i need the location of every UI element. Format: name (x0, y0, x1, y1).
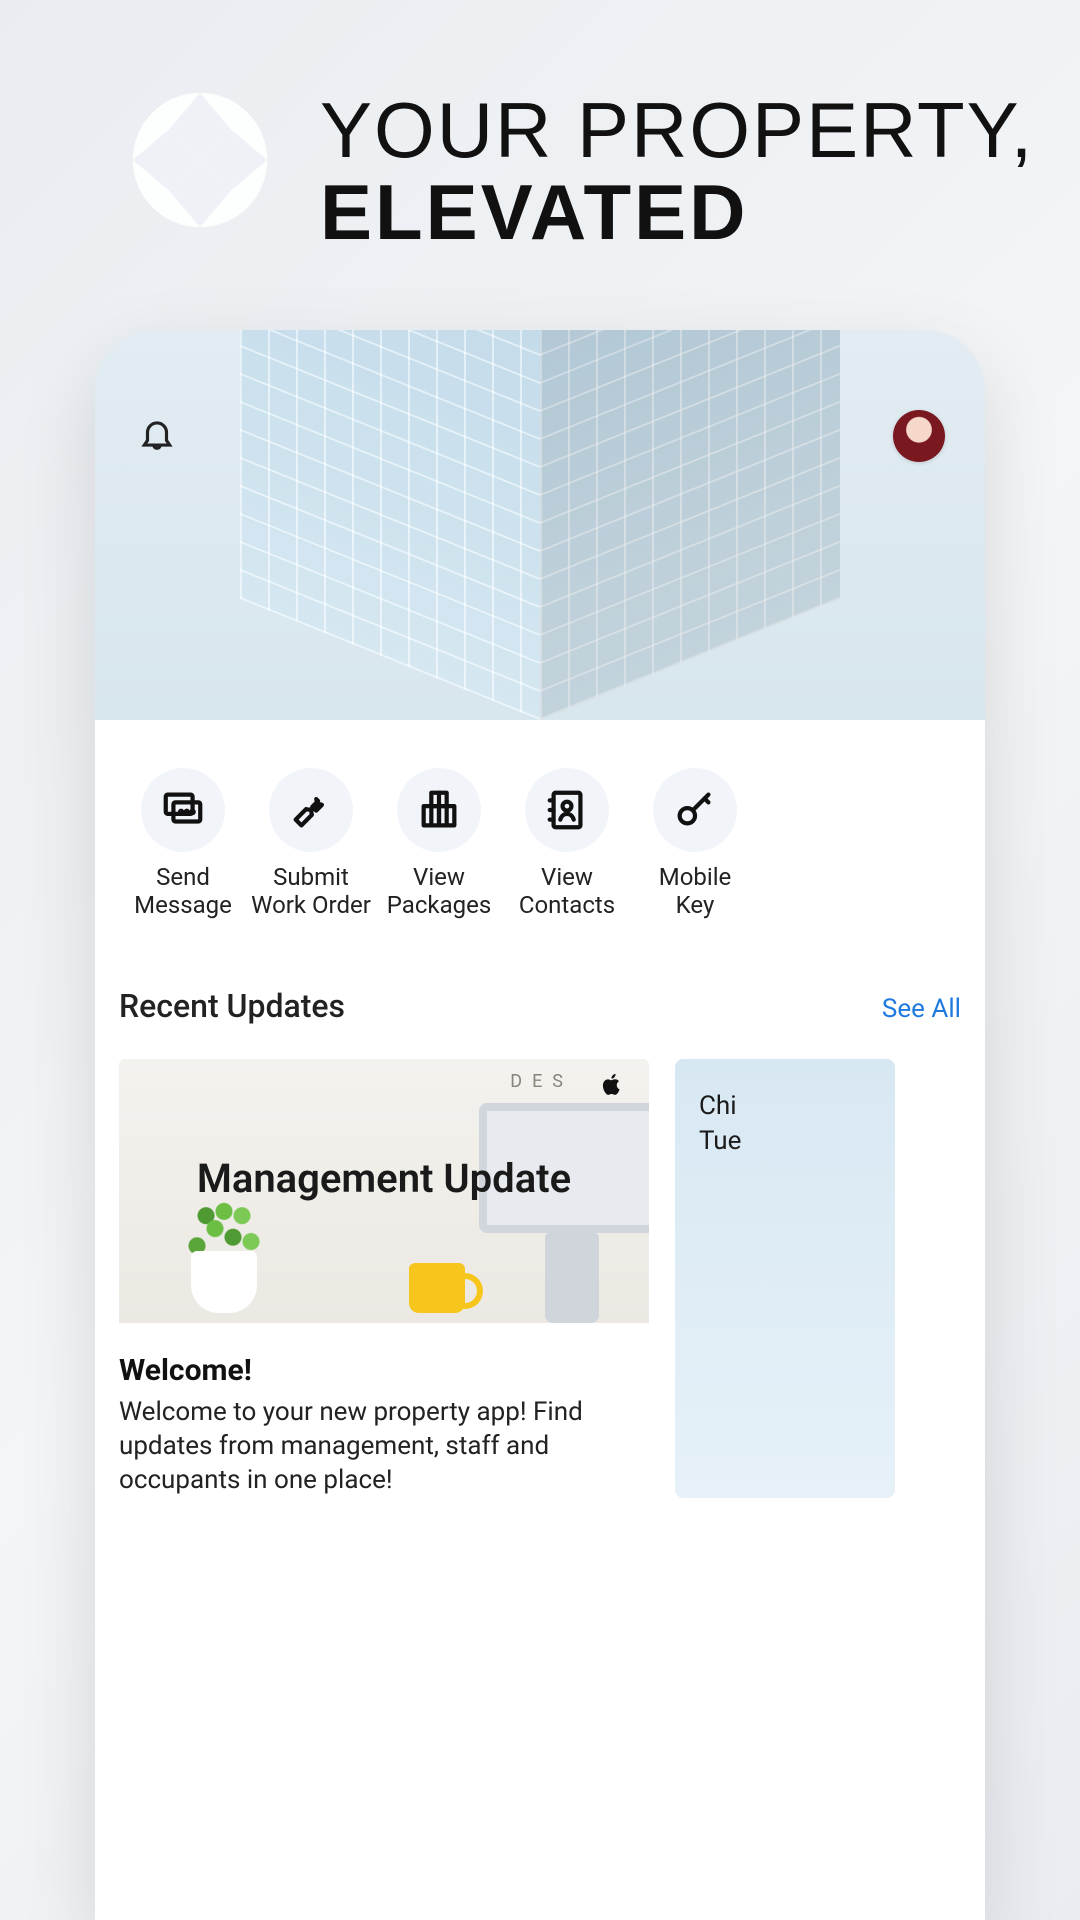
avatar[interactable] (893, 410, 945, 462)
contacts-icon (525, 768, 609, 852)
packages-icon (397, 768, 481, 852)
monitor-illustration (469, 1103, 649, 1323)
updates-cards-row: DES Management Update Welcome! Welcome t… (95, 1045, 985, 1497)
chat-icon (141, 768, 225, 852)
update-card-title: Welcome! (119, 1353, 649, 1388)
tagline-line-1: YOUR PROPERTY, (320, 90, 1034, 172)
quick-action-label: Send Message (134, 864, 232, 919)
update-card-peek[interactable]: Chi Tue (675, 1059, 895, 1497)
tagline: YOUR PROPERTY, ELEVATED (320, 90, 1034, 254)
section-title: Recent Updates (119, 987, 345, 1025)
update-card-image: DES Management Update (119, 1059, 649, 1323)
key-icon (653, 768, 737, 852)
app-top-bar (95, 410, 985, 462)
desk-text: DES (510, 1071, 573, 1092)
updates-section-header: Recent Updates See All (95, 959, 985, 1045)
peek-line-1: Chi (699, 1089, 871, 1124)
quick-actions-row: Send Message Submit Work Order View Pack… (95, 720, 985, 959)
app-logo-icon (130, 90, 270, 230)
quick-action-label: Mobile Key (659, 864, 732, 919)
quick-action-view-packages[interactable]: View Packages (375, 768, 503, 919)
phone-frame: Send Message Submit Work Order View Pack… (95, 330, 985, 1920)
wrench-icon (269, 768, 353, 852)
bell-icon (138, 415, 176, 457)
see-all-link[interactable]: See All (882, 994, 961, 1024)
marketing-header: YOUR PROPERTY, ELEVATED (130, 90, 1034, 254)
mug-illustration (409, 1263, 465, 1313)
quick-action-submit-work-order[interactable]: Submit Work Order (247, 768, 375, 919)
building-illustration (240, 330, 840, 720)
quick-action-label: Submit Work Order (251, 864, 371, 919)
quick-action-send-message[interactable]: Send Message (119, 768, 247, 919)
update-card-body: Welcome! Welcome to your new property ap… (119, 1323, 649, 1497)
update-card-text: Welcome to your new property app! Find u… (119, 1396, 649, 1497)
hero-image (95, 330, 985, 720)
quick-action-label: View Packages (387, 864, 491, 919)
apple-logo-icon (599, 1069, 625, 1099)
tagline-line-2: ELEVATED (320, 172, 1034, 254)
quick-action-view-contacts[interactable]: View Contacts (503, 768, 631, 919)
notifications-button[interactable] (135, 414, 179, 458)
update-card-overlay-title: Management Update (119, 1155, 649, 1202)
quick-action-label: View Contacts (519, 864, 615, 919)
update-card[interactable]: DES Management Update Welcome! Welcome t… (119, 1059, 649, 1497)
quick-action-mobile-key[interactable]: Mobile Key (631, 768, 759, 919)
peek-line-2: Tue (699, 1124, 871, 1159)
